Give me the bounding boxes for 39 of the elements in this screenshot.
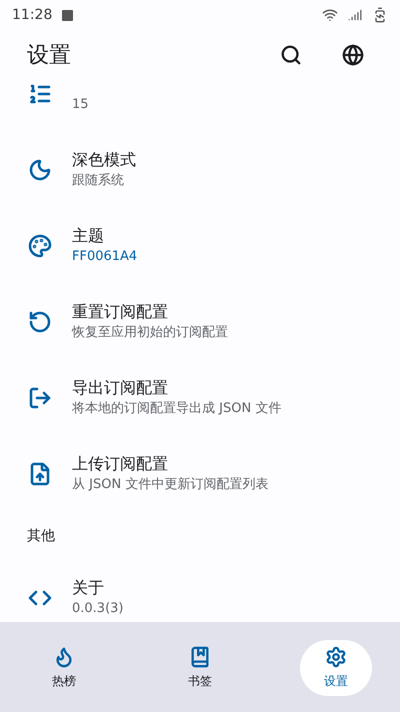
page-title: 设置 [27, 42, 72, 70]
item-subtitle: 跟随系统 [72, 172, 125, 190]
file-upload-icon [28, 462, 52, 486]
item-subtitle: 恢复至应用初始的订阅配置 [72, 324, 228, 342]
status-time: 11:28 [12, 6, 52, 24]
item-title: 上传订阅配置 [72, 453, 169, 475]
export-icon [28, 386, 52, 410]
item-title: 重置订阅配置 [72, 301, 169, 323]
settings-item[interactable]: 主题 FF0061A4 [0, 208, 400, 284]
section-header: 其他 [27, 526, 55, 546]
wifi-icon [322, 7, 338, 23]
item-title: 深色模式 [72, 149, 136, 171]
settings-item[interactable]: 15 [0, 80, 400, 132]
numbered-list-icon [28, 82, 52, 106]
search-icon[interactable] [280, 44, 302, 66]
palette-icon [28, 234, 52, 258]
nav-tab[interactable]: 书签 [164, 640, 236, 696]
moon-icon [28, 158, 52, 182]
signal-icon [348, 8, 362, 22]
item-title: 导出订阅配置 [72, 377, 169, 399]
settings-item[interactable]: 关于 0.0.3(3) [0, 560, 400, 622]
nav-tab[interactable]: 热榜 [28, 640, 100, 696]
settings-item[interactable]: 深色模式 跟随系统 [0, 132, 400, 208]
globe-icon[interactable] [342, 44, 364, 66]
item-subtitle: FF0061A4 [72, 248, 138, 266]
item-subtitle: 从 JSON 文件中更新订阅配置列表 [72, 476, 268, 494]
settings-item[interactable]: 上传订阅配置 从 JSON 文件中更新订阅配置列表 [0, 436, 400, 512]
bookmarks-icon [189, 646, 211, 668]
item-subtitle: 15 [72, 96, 89, 114]
item-subtitle: 将本地的订阅配置导出成 JSON 文件 [72, 400, 282, 418]
item-title: 主题 [72, 225, 105, 247]
notification-icon [62, 10, 74, 20]
settings-item[interactable]: 重置订阅配置 恢复至应用初始的订阅配置 [0, 284, 400, 360]
settings-icon [325, 646, 347, 668]
item-subtitle: 0.0.3(3) [72, 600, 124, 618]
item-title: 关于 [72, 577, 105, 599]
settings-item[interactable]: 导出订阅配置 将本地的订阅配置导出成 JSON 文件 [0, 360, 400, 436]
reset-icon [28, 310, 52, 334]
nav-tab[interactable]: 设置 [300, 640, 372, 696]
